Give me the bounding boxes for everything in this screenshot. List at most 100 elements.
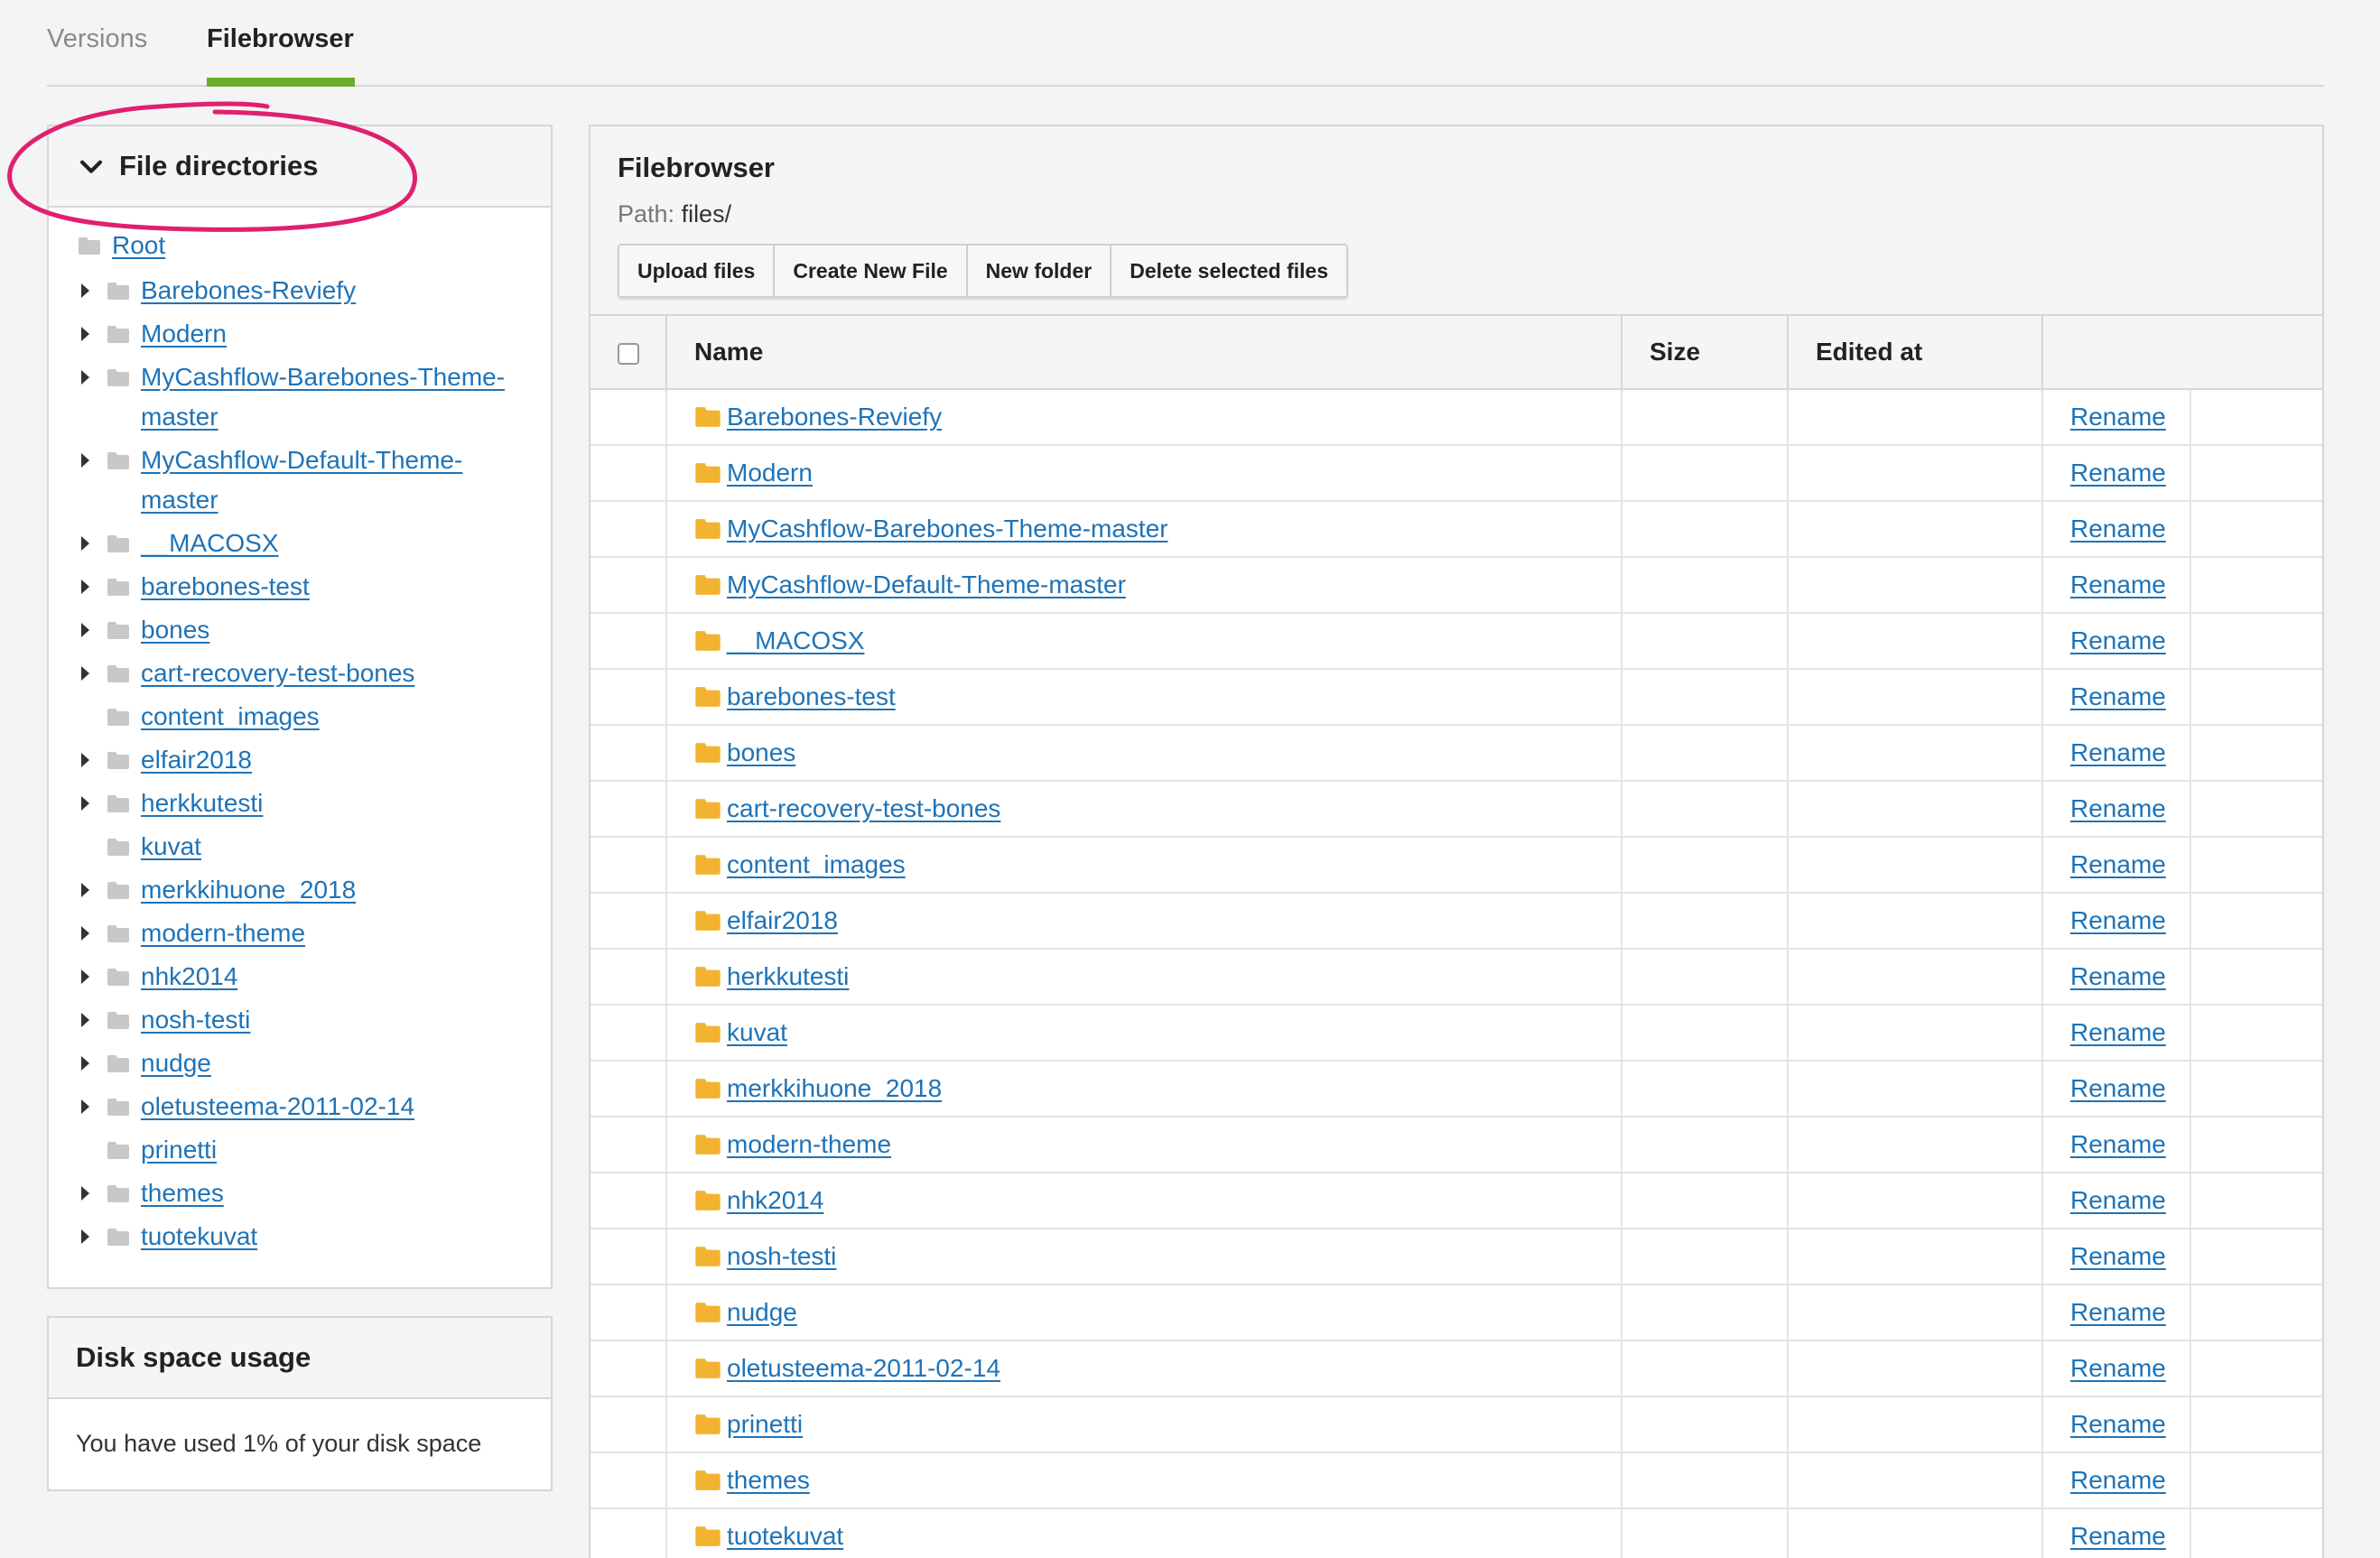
expand-caret-icon[interactable] <box>81 1056 89 1071</box>
rename-link[interactable]: Rename <box>2070 1018 2166 1046</box>
tree-item[interactable]: elfair2018 <box>49 740 551 780</box>
rename-link[interactable]: Rename <box>2070 403 2166 431</box>
tree-item[interactable]: merkkihuone_2018 <box>49 870 551 910</box>
tree-item[interactable]: nhk2014 <box>49 957 551 997</box>
tree-item-link[interactable]: barebones-test <box>141 567 310 607</box>
expand-caret-icon[interactable] <box>81 969 89 984</box>
tree-item[interactable]: themes <box>49 1173 551 1213</box>
tab-versions[interactable]: Versions <box>47 18 147 87</box>
file-name-link[interactable]: bones <box>727 738 795 766</box>
column-header-name[interactable]: Name <box>666 314 1622 390</box>
expand-caret-icon[interactable] <box>81 327 89 341</box>
tree-item[interactable]: __MACOSX <box>49 524 551 563</box>
file-name-link[interactable]: elfair2018 <box>727 906 838 934</box>
rename-link[interactable]: Rename <box>2070 515 2166 543</box>
expand-caret-icon[interactable] <box>81 283 89 298</box>
file-name-link[interactable]: kuvat <box>727 1018 787 1046</box>
rename-link[interactable]: Rename <box>2070 1130 2166 1158</box>
tree-item[interactable]: content_images <box>49 697 551 737</box>
file-name-link[interactable]: tuotekuvat <box>727 1522 843 1550</box>
tree-item-link[interactable]: __MACOSX <box>141 524 279 563</box>
tree-item[interactable]: kuvat <box>49 827 551 867</box>
rename-link[interactable]: Rename <box>2070 850 2166 878</box>
tab-filebrowser[interactable]: Filebrowser <box>207 18 355 87</box>
tree-item-link[interactable]: kuvat <box>141 827 201 867</box>
rename-link[interactable]: Rename <box>2070 1186 2166 1214</box>
expand-caret-icon[interactable] <box>81 1013 89 1027</box>
tree-item-link[interactable]: tuotekuvat <box>141 1217 257 1257</box>
new-folder-button[interactable]: New folder <box>967 246 1112 296</box>
tree-item[interactable]: nosh-testi <box>49 1000 551 1040</box>
tree-item-link[interactable]: content_images <box>141 697 320 737</box>
rename-link[interactable]: Rename <box>2070 626 2166 654</box>
rename-link[interactable]: Rename <box>2070 570 2166 598</box>
rename-link[interactable]: Rename <box>2070 1410 2166 1438</box>
file-name-link[interactable]: content_images <box>727 850 906 878</box>
tree-item[interactable]: nudge <box>49 1043 551 1083</box>
expand-caret-icon[interactable] <box>81 666 89 681</box>
tree-item-link[interactable]: MyCashflow-Barebones-Theme-master <box>141 357 520 437</box>
file-name-link[interactable]: oletusteema-2011-02-14 <box>727 1354 1000 1382</box>
select-all-checkbox[interactable] <box>618 342 639 365</box>
create-new-file-button[interactable]: Create New File <box>775 246 968 296</box>
expand-caret-icon[interactable] <box>81 580 89 594</box>
tree-item-link[interactable]: Modern <box>141 314 227 354</box>
rename-link[interactable]: Rename <box>2070 1354 2166 1382</box>
tree-item[interactable]: MyCashflow-Barebones-Theme-master <box>49 357 551 437</box>
expand-caret-icon[interactable] <box>81 370 89 385</box>
tree-item-link[interactable]: elfair2018 <box>141 740 252 780</box>
expand-caret-icon[interactable] <box>81 1186 89 1201</box>
tree-item-root[interactable]: Root <box>49 226 551 265</box>
rename-link[interactable]: Rename <box>2070 962 2166 990</box>
expand-caret-icon[interactable] <box>81 796 89 811</box>
tree-item-link[interactable]: Root <box>112 226 165 265</box>
file-name-link[interactable]: modern-theme <box>727 1130 891 1158</box>
rename-link[interactable]: Rename <box>2070 1074 2166 1102</box>
rename-link[interactable]: Rename <box>2070 738 2166 766</box>
column-header-size[interactable]: Size <box>1622 314 1789 390</box>
tree-item-link[interactable]: bones <box>141 610 209 650</box>
expand-caret-icon[interactable] <box>81 453 89 468</box>
tree-item[interactable]: prinetti <box>49 1130 551 1170</box>
tree-item[interactable]: oletusteema-2011-02-14 <box>49 1087 551 1127</box>
rename-link[interactable]: Rename <box>2070 1242 2166 1270</box>
file-name-link[interactable]: MyCashflow-Default-Theme-master <box>727 570 1126 598</box>
file-name-link[interactable]: Barebones-Reviefy <box>727 403 942 431</box>
tree-item-link[interactable]: nosh-testi <box>141 1000 250 1040</box>
rename-link[interactable]: Rename <box>2070 1466 2166 1494</box>
upload-files-button[interactable]: Upload files <box>619 246 776 296</box>
expand-caret-icon[interactable] <box>81 1099 89 1114</box>
tree-item-link[interactable]: merkkihuone_2018 <box>141 870 356 910</box>
file-name-link[interactable]: nudge <box>727 1298 797 1326</box>
file-name-link[interactable]: prinetti <box>727 1410 803 1438</box>
file-name-link[interactable]: __MACOSX <box>727 626 865 654</box>
tree-item[interactable]: MyCashflow-Default-Theme-master <box>49 441 551 520</box>
expand-caret-icon[interactable] <box>81 926 89 941</box>
rename-link[interactable]: Rename <box>2070 906 2166 934</box>
file-name-link[interactable]: barebones-test <box>727 682 896 710</box>
file-directories-header[interactable]: File directories <box>49 126 551 208</box>
tree-item-link[interactable]: nudge <box>141 1043 211 1083</box>
tree-item[interactable]: Barebones-Reviefy <box>49 271 551 311</box>
rename-link[interactable]: Rename <box>2070 682 2166 710</box>
file-name-link[interactable]: nhk2014 <box>727 1186 823 1214</box>
file-name-link[interactable]: cart-recovery-test-bones <box>727 794 1000 822</box>
tree-item[interactable]: tuotekuvat <box>49 1217 551 1257</box>
expand-caret-icon[interactable] <box>81 1229 89 1244</box>
tree-item[interactable]: cart-recovery-test-bones <box>49 654 551 693</box>
rename-link[interactable]: Rename <box>2070 459 2166 487</box>
tree-item-link[interactable]: Barebones-Reviefy <box>141 271 356 311</box>
expand-caret-icon[interactable] <box>81 623 89 637</box>
tree-item-link[interactable]: cart-recovery-test-bones <box>141 654 414 693</box>
tree-item[interactable]: Modern <box>49 314 551 354</box>
tree-item-link[interactable]: MyCashflow-Default-Theme-master <box>141 441 520 520</box>
tree-item[interactable]: herkkutesti <box>49 784 551 823</box>
tree-item-link[interactable]: nhk2014 <box>141 957 237 997</box>
file-name-link[interactable]: Modern <box>727 459 813 487</box>
expand-caret-icon[interactable] <box>81 883 89 897</box>
file-name-link[interactable]: merkkihuone_2018 <box>727 1074 942 1102</box>
tree-item-link[interactable]: modern-theme <box>141 913 305 953</box>
tree-item[interactable]: bones <box>49 610 551 650</box>
tree-item[interactable]: barebones-test <box>49 567 551 607</box>
file-name-link[interactable]: MyCashflow-Barebones-Theme-master <box>727 515 1168 543</box>
